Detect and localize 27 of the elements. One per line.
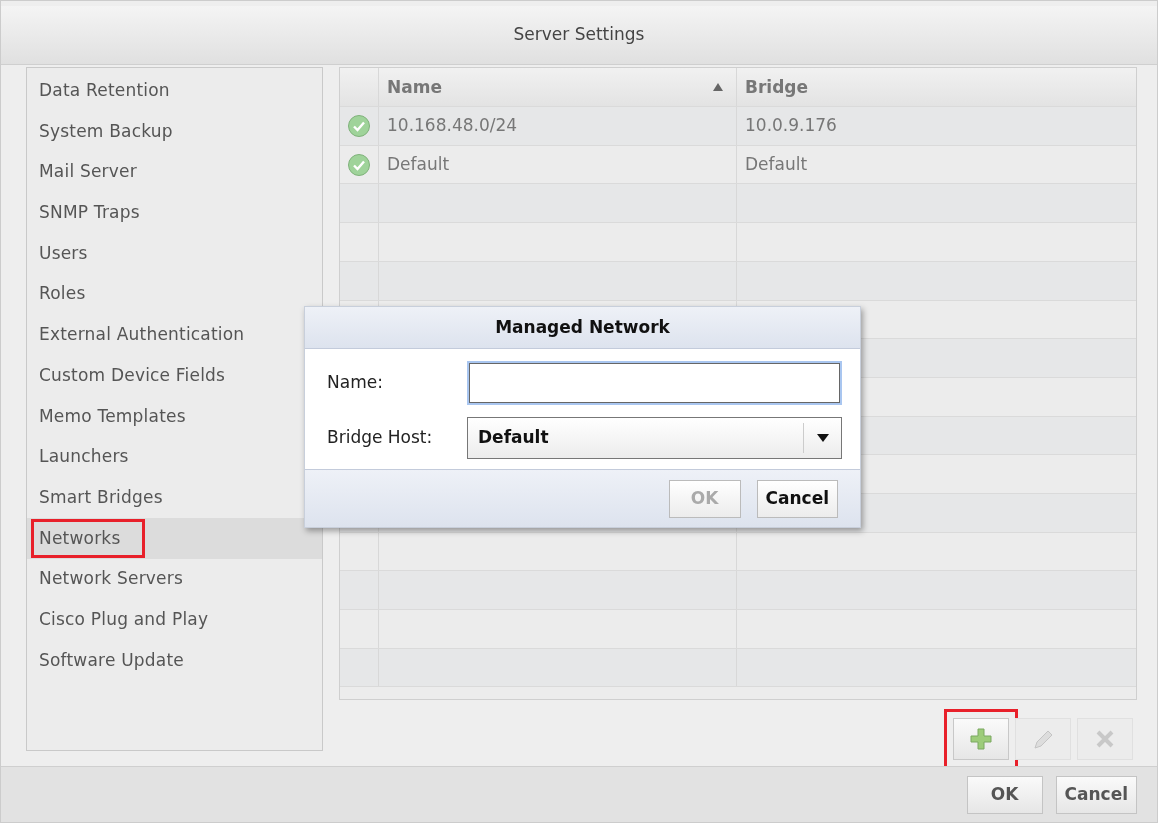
column-header[interactable]: Name [379, 68, 737, 107]
name-input-field[interactable] [467, 361, 842, 405]
table-cell: Default [379, 145, 737, 184]
sidebar-item[interactable]: Roles [27, 273, 322, 315]
sidebar-item[interactable]: Software Update [27, 640, 322, 681]
sidebar-item[interactable]: Data Retention [27, 70, 322, 112]
dialog-button[interactable]: OK [966, 775, 1043, 814]
sidebar-item[interactable]: Users [27, 233, 322, 274]
sidebar-item[interactable]: Networks [27, 518, 322, 559]
table-cell-text: Default [744, 152, 809, 176]
table-cell-text: 10.0.9.176 [744, 114, 838, 138]
bridge-host-dropdown[interactable]: Default [467, 417, 842, 459]
dropdown-caret-icon [815, 433, 830, 443]
sidebar-item[interactable]: Mail Server [27, 151, 322, 193]
window-title: Server Settings [513, 23, 645, 47]
dialog-button[interactable]: Cancel [1055, 775, 1137, 814]
dialog-button[interactable]: Cancel [756, 479, 838, 518]
sidebar-item[interactable]: Network Servers [27, 558, 322, 600]
plus-icon [969, 727, 993, 752]
table-cell: 10.168.48.0/24 [379, 107, 737, 145]
sidebar-item[interactable]: SNMP Traps [27, 192, 322, 234]
sidebar-item[interactable]: Cisco Plug and Play [27, 599, 322, 641]
column-header[interactable]: Bridge [737, 68, 1136, 107]
sidebar-item[interactable]: System Backup [27, 111, 322, 152]
field-label: Bridge Host: [327, 426, 434, 450]
field-label: Name: [327, 371, 384, 395]
dialog-title: Managed Network [495, 315, 670, 339]
